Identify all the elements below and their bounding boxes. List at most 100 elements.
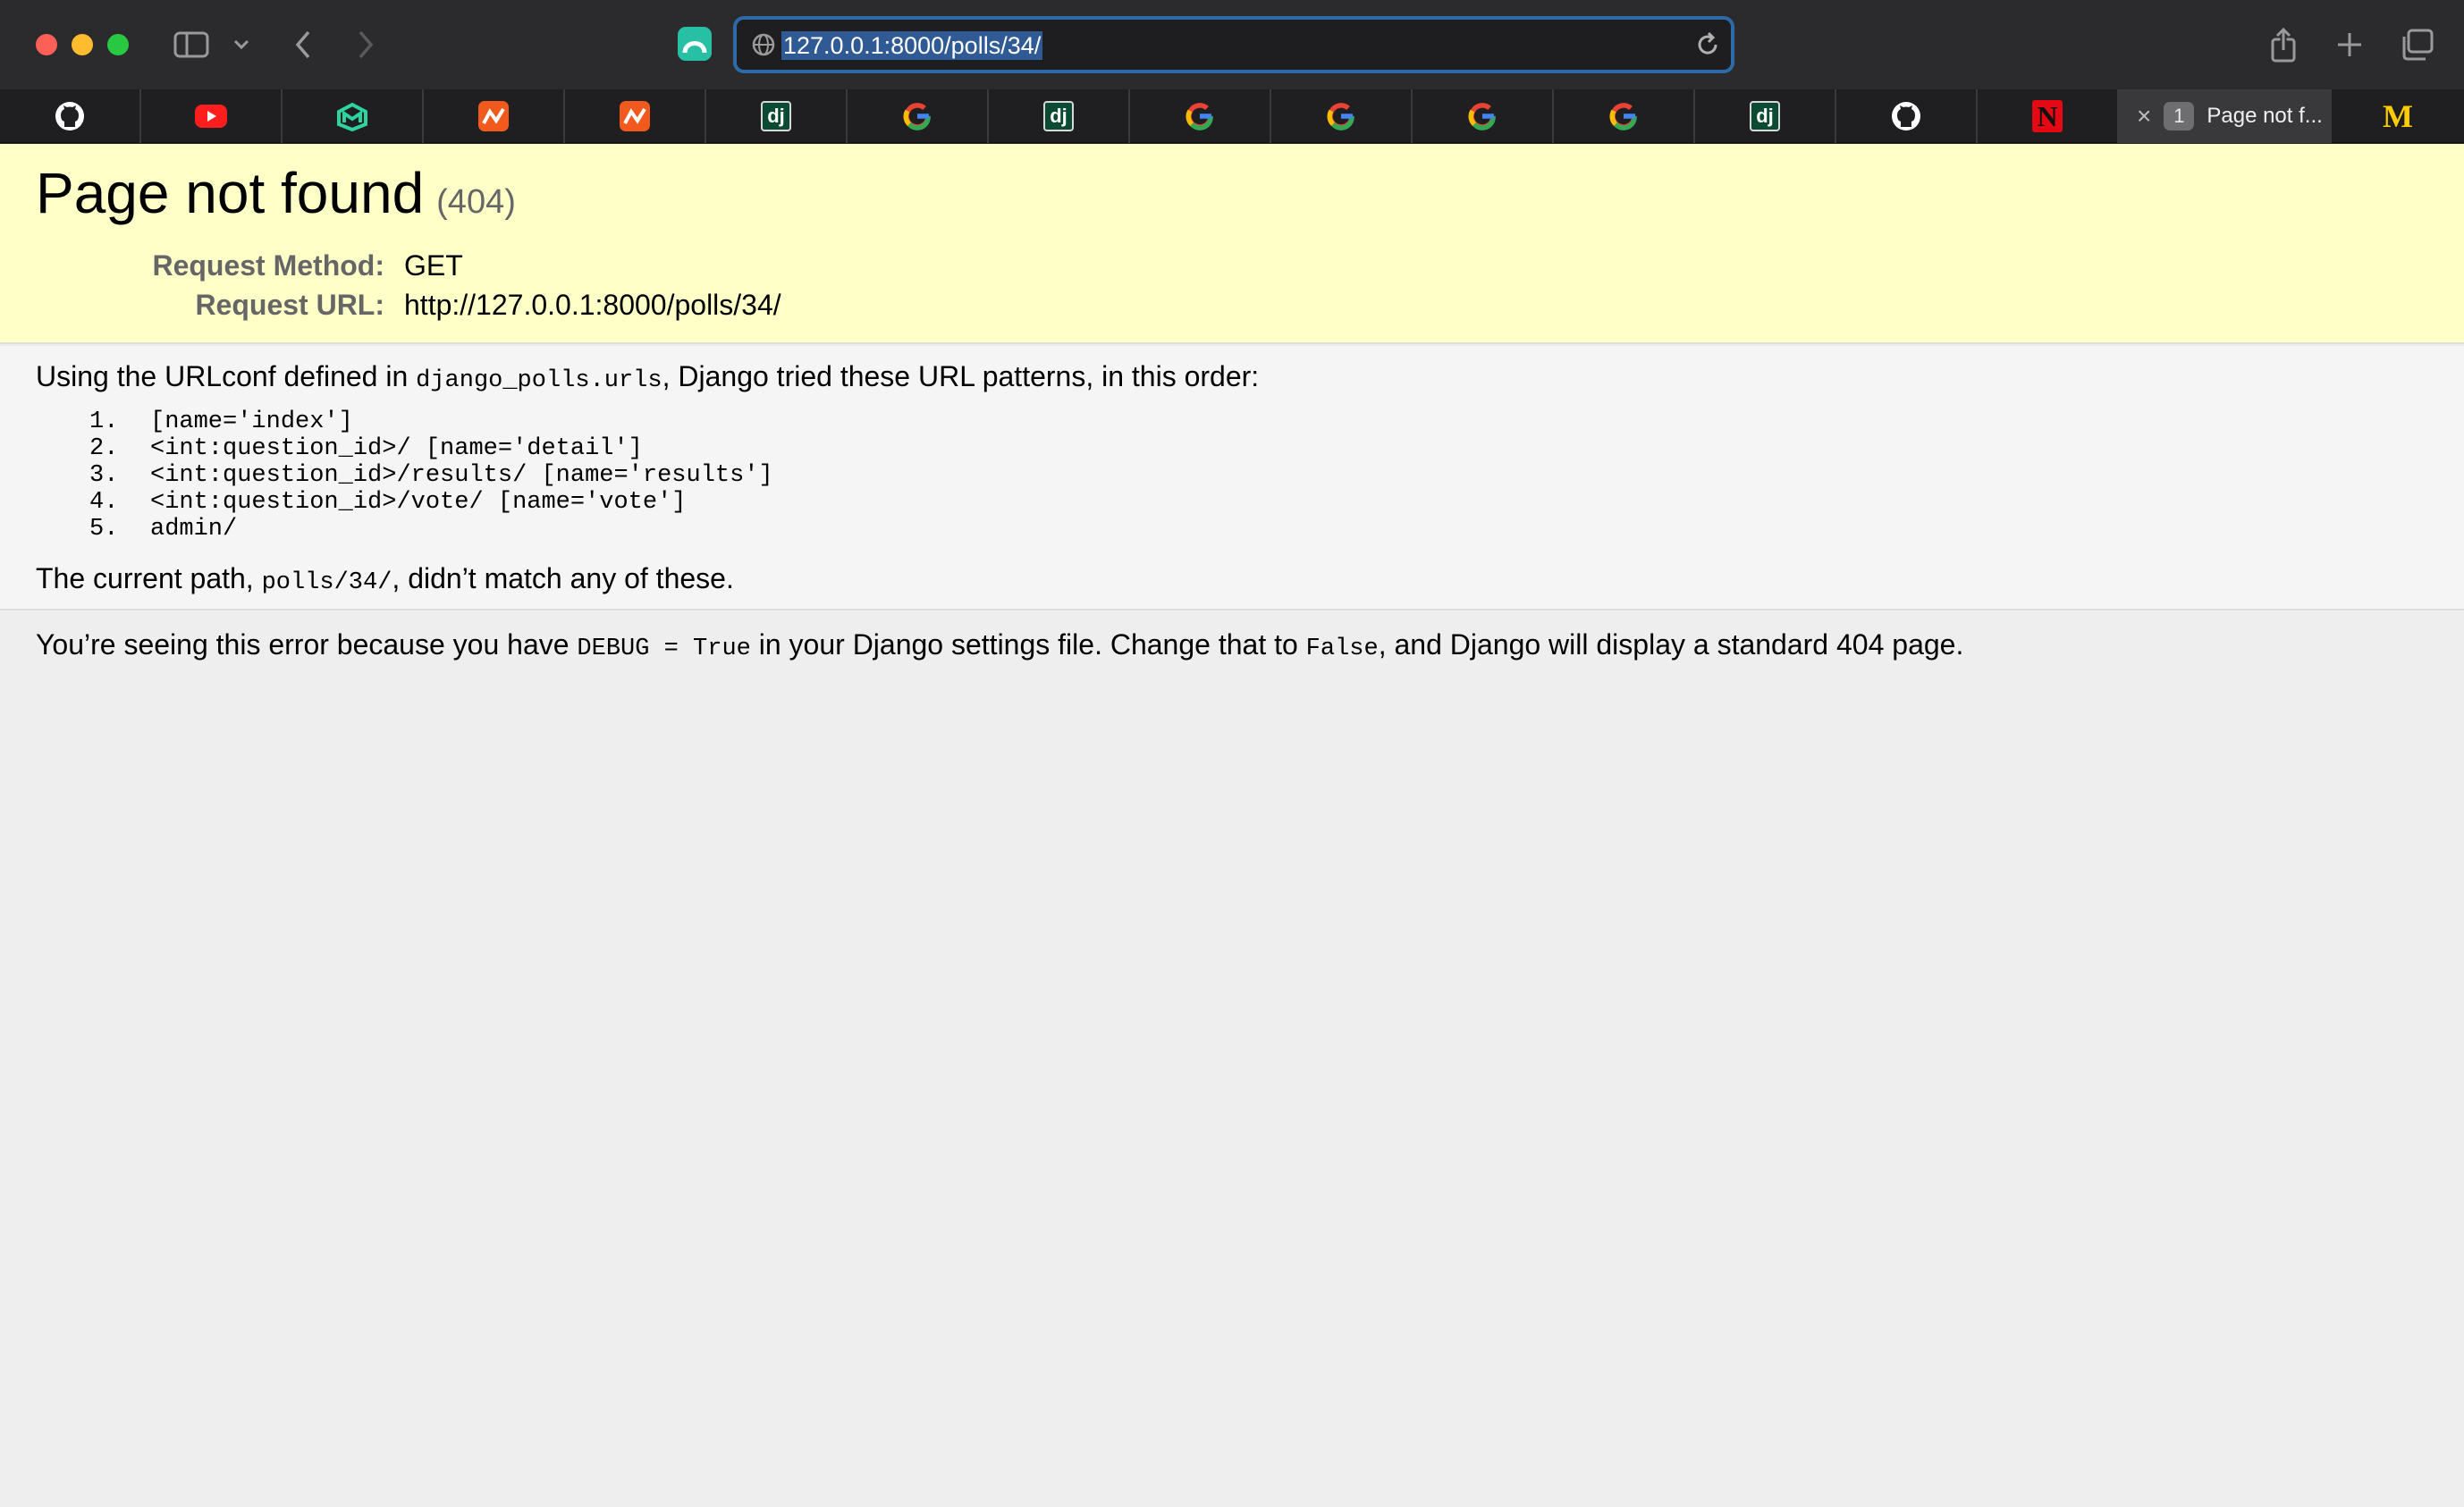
- tab-number-badge: 1: [2164, 102, 2195, 130]
- status-code: (404): [436, 183, 516, 221]
- urlconf-info: Using the URLconf defined in django_poll…: [0, 346, 2464, 610]
- tab-google-2[interactable]: [1130, 89, 1271, 143]
- tab-django-3[interactable]: dj: [1695, 89, 1836, 143]
- minimize-window-button[interactable]: [72, 34, 93, 55]
- tab-google-1[interactable]: [848, 89, 989, 143]
- urlconf-intro: Using the URLconf defined in django_poll…: [36, 360, 1259, 394]
- share-button[interactable]: [2267, 23, 2299, 66]
- list-item: 5. admin/: [89, 516, 773, 543]
- sidebar-icon: [173, 31, 209, 58]
- google-icon: [1186, 103, 1213, 130]
- urlconf-name: django_polls.urls: [416, 367, 662, 394]
- tab-page-not-found[interactable]: × 1 Page not f...: [2119, 89, 2332, 143]
- request-url-value: http://127.0.0.1:8000/polls/34/: [404, 289, 781, 321]
- page-title: Page not found (404): [36, 160, 516, 226]
- current-path-message: The current path, polls/34/, didn’t matc…: [36, 562, 734, 596]
- github-icon: [1892, 102, 1920, 130]
- explanation-text: , and Django will display a standard 404…: [1378, 628, 1964, 661]
- request-method-value: GET: [404, 249, 463, 282]
- github-icon: [55, 102, 84, 130]
- google-icon: [1468, 103, 1496, 130]
- gmail-icon: M: [2383, 98, 2413, 134]
- malt-icon: [337, 102, 367, 131]
- close-tab-icon[interactable]: ×: [2137, 104, 2151, 129]
- tab-bar: dj dj dj N × 1 Page not f... M: [0, 89, 2464, 143]
- google-icon: [903, 103, 931, 130]
- reload-icon[interactable]: [1693, 30, 1722, 59]
- tab-overview-button[interactable]: [2400, 23, 2435, 66]
- address-text[interactable]: 127.0.0.1:8000/polls/34/: [781, 31, 1043, 60]
- youtube-icon: [195, 105, 227, 128]
- list-number: 5.: [89, 516, 119, 543]
- current-path-suffix: , didn’t match any of these.: [392, 562, 734, 594]
- tab-django-1[interactable]: dj: [706, 89, 848, 143]
- new-tab-button[interactable]: [2333, 23, 2366, 66]
- error-summary: Page not found (404) Request Method: GET …: [0, 144, 2464, 344]
- false-value: False: [1305, 636, 1379, 662]
- app-logo-icon: [682, 41, 707, 54]
- forward-button[interactable]: [350, 23, 381, 66]
- url-pattern: admin/: [150, 516, 238, 543]
- google-icon: [1327, 103, 1354, 130]
- url-pattern-list: 1. [name='index'] 2. <int:question_id>/ [n…: [89, 408, 773, 543]
- tab-github[interactable]: [0, 89, 141, 143]
- site-favicon: [678, 27, 712, 61]
- tab-gmail[interactable]: M: [2332, 89, 2464, 143]
- back-button[interactable]: [288, 23, 318, 66]
- list-item: 3. <int:question_id>/results/ [name='resu…: [89, 462, 773, 489]
- tab-overview-icon: [2402, 29, 2434, 61]
- django-icon: dj: [1043, 101, 1074, 131]
- globe-icon: [752, 33, 775, 56]
- django-icon: dj: [1750, 101, 1780, 131]
- chevron-down-icon: [233, 39, 249, 50]
- list-number: 3.: [89, 462, 119, 489]
- request-method-label: Request Method:: [152, 249, 384, 282]
- tab-netflix[interactable]: N: [1978, 89, 2119, 143]
- url-pattern: <int:question_id>/results/ [name='result…: [150, 462, 773, 489]
- hackerrank-icon: [478, 101, 509, 131]
- google-icon: [1609, 103, 1637, 130]
- tab-hackerrank-2[interactable]: [565, 89, 706, 143]
- page-title-text: Page not found: [36, 161, 425, 225]
- list-item: 1. [name='index']: [89, 408, 773, 435]
- debug-setting: DEBUG = True: [577, 636, 751, 662]
- tab-django-2[interactable]: dj: [989, 89, 1130, 143]
- explanation-text: in your Django settings file. Change tha…: [750, 628, 1306, 661]
- tab-google-3[interactable]: [1271, 89, 1413, 143]
- tab-hackerrank-1[interactable]: [424, 89, 565, 143]
- current-path: polls/34/: [261, 569, 392, 596]
- list-number: 2.: [89, 435, 119, 462]
- close-window-button[interactable]: [36, 34, 57, 55]
- list-item: 4. <int:question_id>/vote/ [name='vote']: [89, 489, 773, 516]
- list-item: 2. <int:question_id>/ [name='detail']: [89, 435, 773, 462]
- explanation-text: You’re seeing this error because you hav…: [36, 628, 578, 661]
- tab-youtube[interactable]: [141, 89, 283, 143]
- url-pattern: <int:question_id>/ [name='detail']: [150, 435, 643, 462]
- plus-icon: [2338, 33, 2361, 56]
- intro-text: Using the URLconf defined in: [36, 360, 417, 392]
- url-pattern: [name='index']: [150, 408, 353, 435]
- address-bar[interactable]: 127.0.0.1:8000/polls/34/: [733, 16, 1734, 73]
- tab-title: Page not f...: [2207, 104, 2323, 128]
- request-url-label: Request URL:: [195, 289, 384, 321]
- tab-group-menu-button[interactable]: [229, 23, 254, 66]
- url-pattern: <int:question_id>/vote/ [name='vote']: [150, 489, 687, 516]
- tab-google-4[interactable]: [1413, 89, 1554, 143]
- list-number: 1.: [89, 408, 119, 435]
- tab-google-5[interactable]: [1554, 89, 1695, 143]
- list-number: 4.: [89, 489, 119, 516]
- intro-suffix: , Django tried these URL patterns, in th…: [662, 360, 1260, 392]
- zoom-window-button[interactable]: [107, 34, 129, 55]
- tab-github-2[interactable]: [1836, 89, 1978, 143]
- current-path-prefix: The current path,: [36, 562, 262, 594]
- tab-malt[interactable]: [283, 89, 424, 143]
- page-content: Page not found (404) Request Method: GET …: [0, 144, 2464, 1507]
- debug-explanation: You’re seeing this error because you hav…: [36, 628, 1963, 662]
- netflix-icon: N: [2032, 100, 2063, 132]
- sidebar-toggle-button[interactable]: [172, 23, 211, 66]
- django-icon: dj: [761, 101, 791, 131]
- share-icon: [2271, 27, 2296, 63]
- chevron-left-icon: [295, 30, 310, 59]
- browser-toolbar: 127.0.0.1:8000/polls/34/: [0, 0, 2464, 89]
- hackerrank-icon: [620, 101, 650, 131]
